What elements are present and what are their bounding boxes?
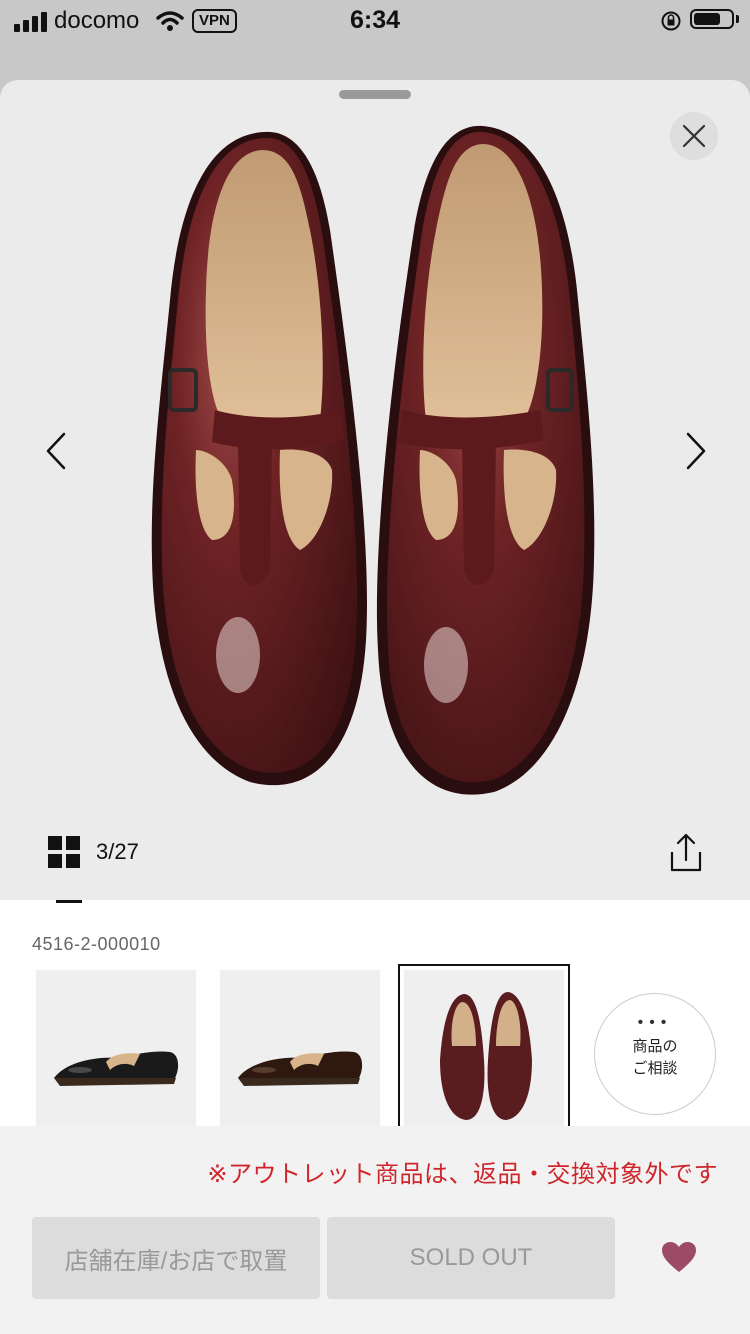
active-indicator	[56, 900, 82, 903]
sheet-grabber[interactable]	[339, 90, 411, 99]
orientation-lock-icon	[661, 11, 681, 31]
left-shoe	[151, 131, 368, 786]
favorite-heart-icon[interactable]	[660, 1240, 698, 1274]
bottom-action-bar: ※アウトレット商品は、返品・交換対象外です 店舗在庫/お店で取置 SOLD OU…	[0, 1126, 750, 1334]
close-icon	[682, 124, 706, 148]
battery-icon	[690, 9, 734, 29]
right-shoe	[376, 125, 595, 795]
previous-image-arrow-icon[interactable]	[38, 430, 78, 472]
share-icon[interactable]	[666, 832, 706, 874]
status-bar: docomo VPN 6:34	[0, 0, 750, 42]
image-counter: 3/27	[96, 839, 139, 864]
grid-view-icon[interactable]	[48, 836, 80, 868]
store-stock-button[interactable]: 店舗在庫/お店で取置	[32, 1217, 320, 1299]
thumbnail-black[interactable]	[36, 970, 196, 1130]
consult-label-line1: 商品の	[632, 1038, 678, 1055]
next-image-arrow-icon[interactable]	[676, 430, 716, 472]
product-code: 4516-2-000010	[32, 934, 161, 954]
product-consult-button[interactable]: ••• 商品の ご相談	[594, 993, 716, 1115]
status-time: 6:34	[349, 6, 401, 34]
close-button[interactable]	[670, 112, 718, 160]
battery-tip	[736, 15, 739, 23]
image-counter-row: 3/27	[48, 836, 139, 868]
thumbnail-burgundy-selected[interactable]	[398, 964, 570, 1136]
product-photo[interactable]	[0, 120, 750, 820]
sold-out-button[interactable]: SOLD OUT	[327, 1217, 615, 1299]
more-dots-icon: •••	[637, 1014, 673, 1031]
thumbnail-dark-brown[interactable]	[220, 970, 380, 1130]
outlet-notice: ※アウトレット商品は、返品・交換対象外です	[207, 1161, 718, 1188]
consult-label-line2: ご相談	[632, 1060, 678, 1077]
